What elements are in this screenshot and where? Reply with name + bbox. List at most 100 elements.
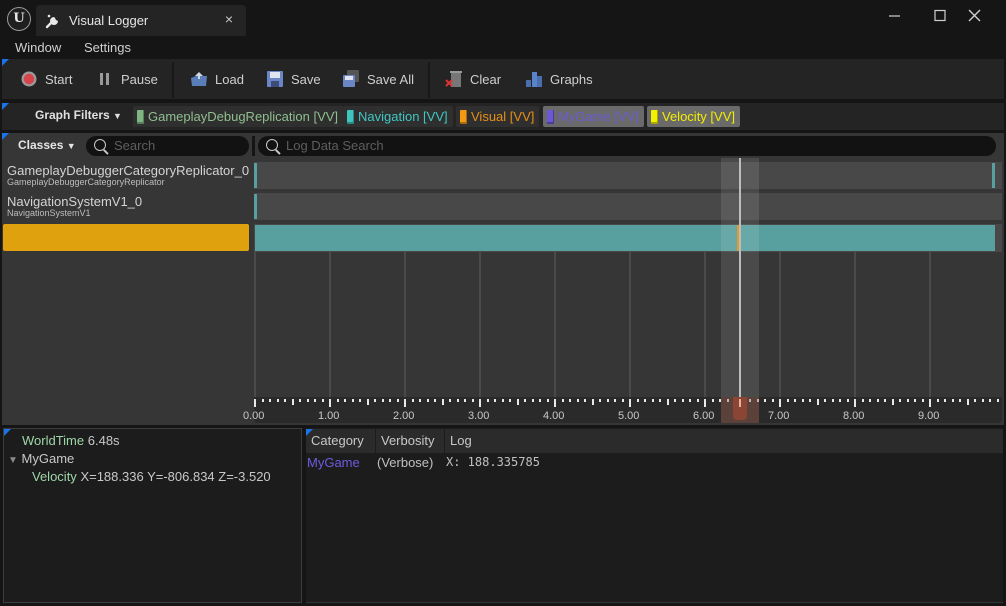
start-label: Start [45, 71, 73, 87]
class-row[interactable]: GameplayDebuggerCategoryReplicator_0 Gam… [3, 161, 249, 189]
toolbar: Start Pause Load Save Save All Clear Gra… [2, 59, 1004, 99]
filter-label: MyGame [VV] [558, 109, 639, 124]
class-row-selected[interactable] [3, 224, 249, 251]
timeline-grid-line [704, 252, 706, 397]
time-ruler[interactable]: 0.00 1.00 2.00 3.00 4.00 5.00 6.00 7.00 8.00 9.00 [243, 397, 1002, 423]
ruler-minor-tick [336, 399, 339, 402]
track-data-bar[interactable] [255, 225, 995, 251]
ruler-minor-tick [771, 399, 774, 402]
ruler-minor-tick [584, 399, 586, 402]
ruler-minor-tick [321, 399, 324, 402]
start-button[interactable]: Start [20, 59, 72, 99]
timeline-track[interactable] [254, 162, 1002, 189]
filter-gameplay-debug-replication[interactable]: GameplayDebugReplication [VV] [133, 106, 344, 127]
ruler-minor-tick [824, 399, 826, 402]
ruler-minor-tick [959, 399, 961, 402]
ruler-minor-tick [366, 399, 369, 405]
ruler-minor-tick [636, 399, 639, 402]
classes-search-input[interactable]: Search [86, 136, 249, 156]
ruler-minor-tick [689, 399, 691, 402]
tab-visual-logger[interactable]: Visual Logger × [36, 5, 246, 36]
save-all-label: Save All [367, 71, 414, 87]
class-row[interactable]: NavigationSystemV1_0 NavigationSystemV1 [3, 192, 249, 220]
save-all-button[interactable]: Save All [342, 59, 414, 99]
class-name: NavigationSystemV1_0 [7, 194, 143, 209]
ruler-minor-tick [981, 399, 984, 402]
ruler-minor-tick [921, 399, 924, 402]
world-time-value: 6.48s [87, 433, 120, 448]
ruler-minor-tick [396, 399, 399, 402]
ruler-minor-tick [989, 399, 991, 402]
graphs-label: Graphs [550, 71, 593, 87]
ruler-minor-tick [471, 399, 474, 402]
mygame-group[interactable]: ▼ MyGame [8, 451, 74, 466]
expand-triangle-icon[interactable]: ▼ [8, 455, 18, 466]
ruler-minor-tick [846, 399, 849, 402]
ruler-tick-label: 3.00 [468, 410, 490, 422]
filter-label: GameplayDebugReplication [VV] [148, 109, 339, 124]
classes-dropdown[interactable]: Classes ▼ [18, 138, 76, 152]
menu-window[interactable]: Window [15, 40, 61, 55]
ruler-minor-tick [486, 399, 489, 402]
ruler-tick-label: 8.00 [843, 410, 865, 422]
panel-corner-marker [2, 59, 9, 66]
ruler-minor-tick [456, 399, 459, 402]
ruler-minor-tick [464, 399, 466, 402]
pause-button[interactable]: Pause [96, 59, 158, 99]
minimize-button[interactable] [880, 6, 910, 26]
close-window-button[interactable] [960, 6, 990, 26]
ruler-tick-label: 6.00 [693, 410, 715, 422]
load-button[interactable]: Load [190, 59, 244, 99]
ruler-minor-tick [539, 399, 541, 402]
ruler-minor-tick [951, 399, 954, 402]
toolbar-separator [172, 62, 174, 98]
column-verbosity[interactable]: Verbosity [376, 429, 445, 453]
timeline-track[interactable] [254, 193, 1002, 220]
bar-graph-icon [526, 72, 542, 87]
ruler-major-tick [704, 399, 706, 407]
panel-corner-marker [4, 429, 11, 436]
load-label: Load [215, 71, 244, 87]
time-cursor-line[interactable] [739, 158, 741, 400]
menu-settings[interactable]: Settings [84, 40, 131, 55]
ruler-minor-tick [974, 399, 976, 402]
graph-filters-dropdown[interactable]: Graph Filters ▼ [35, 108, 122, 122]
search-bar-row: Classes ▼ Search Log Data Search [2, 133, 1004, 159]
maximize-button[interactable] [925, 6, 955, 26]
ruler-major-tick [854, 399, 856, 407]
splitter[interactable] [252, 136, 255, 156]
filter-navigation[interactable]: Navigation [VV] [343, 106, 453, 127]
unreal-logo-icon[interactable]: U [7, 7, 31, 31]
ruler-minor-tick [509, 399, 511, 402]
filter-mygame[interactable]: MyGame [VV] [543, 106, 644, 127]
filter-visual[interactable]: Visual [VV] [456, 106, 540, 127]
column-log[interactable]: Log [445, 429, 1003, 453]
ruler-minor-tick [659, 399, 661, 402]
time-cursor-handle-line [739, 399, 741, 407]
ruler-minor-tick [674, 399, 676, 402]
save-button[interactable]: Save [266, 59, 321, 99]
track-event-marker [992, 163, 995, 188]
trash-clear-icon [445, 71, 462, 87]
filter-velocity[interactable]: Velocity [VV] [647, 106, 740, 127]
ruler-minor-tick [786, 399, 789, 402]
search-icon [266, 139, 278, 151]
ruler-minor-tick [291, 399, 294, 405]
clear-button[interactable]: Clear [445, 59, 501, 99]
log-row[interactable]: MyGame (Verbose) X: 188.335785 [306, 454, 1003, 472]
ruler-minor-tick [441, 399, 444, 405]
group-label: MyGame [21, 451, 75, 466]
timeline-grid-line [854, 252, 856, 397]
column-category[interactable]: Category [306, 429, 376, 453]
search-icon [94, 139, 106, 151]
ruler-major-tick [479, 399, 481, 407]
record-icon [21, 71, 37, 87]
ruler-minor-tick [711, 399, 714, 402]
ruler-minor-tick [381, 399, 384, 402]
filter-label: Navigation [VV] [358, 109, 448, 124]
ruler-minor-tick [434, 399, 436, 402]
log-data-search-input[interactable]: Log Data Search [258, 136, 996, 156]
tab-close-button[interactable]: × [222, 11, 236, 27]
ruler-minor-tick [966, 399, 969, 405]
graphs-button[interactable]: Graphs [525, 59, 593, 99]
